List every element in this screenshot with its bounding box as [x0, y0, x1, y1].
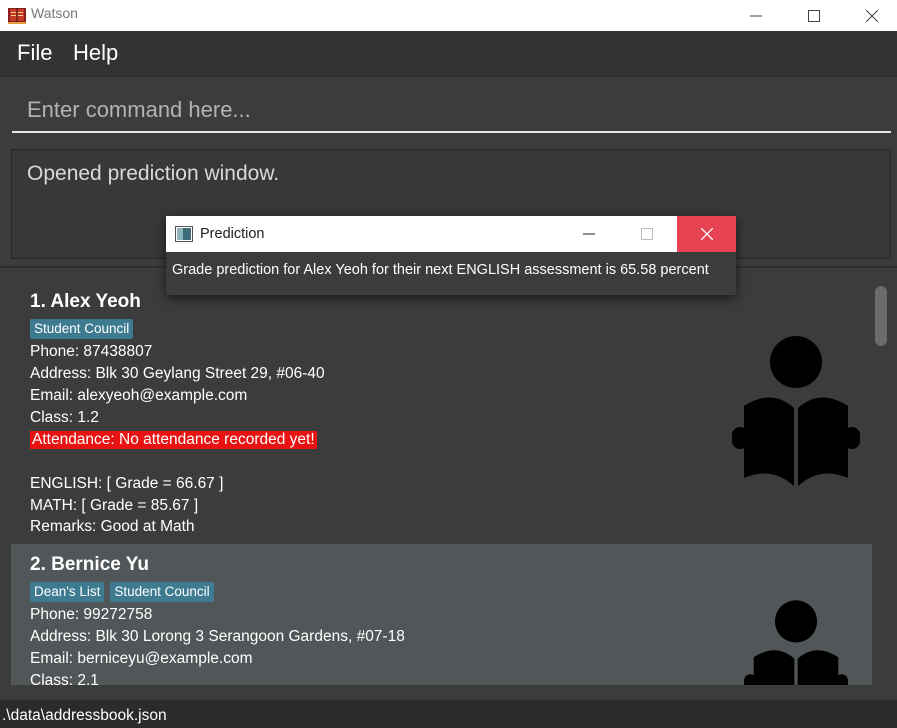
- tag: Student Council: [110, 582, 214, 602]
- maximize-icon: [808, 9, 820, 22]
- prediction-message: Grade prediction for Alex Yeoh for their…: [172, 262, 709, 278]
- popup-close-button[interactable]: [677, 216, 736, 252]
- tag-list: Student Council: [30, 319, 134, 339]
- reader-icon: [744, 600, 848, 685]
- menu-file[interactable]: File: [17, 40, 52, 66]
- watson-app: Watson File Help Opened prediction windo…: [0, 0, 897, 728]
- tag: Dean's List: [30, 582, 105, 602]
- menu-bar: File Help: [0, 31, 897, 77]
- close-button[interactable]: [843, 0, 897, 31]
- prediction-window: Prediction Grade prediction for Alex Yeo…: [166, 216, 736, 295]
- maximize-button[interactable]: [785, 0, 843, 31]
- person-name: 1. Alex Yeoh: [30, 291, 141, 312]
- attendance-alert: Attendance: No attendance recorded yet!: [30, 431, 317, 449]
- close-icon: [700, 228, 713, 240]
- minimize-icon: [750, 15, 762, 16]
- minimize-button[interactable]: [727, 0, 785, 31]
- person-phone: Phone: 87438807: [30, 343, 153, 360]
- menu-help[interactable]: Help: [73, 40, 118, 66]
- person-phone: Phone: 99272758: [30, 606, 153, 623]
- window-titlebar: Watson: [0, 0, 897, 31]
- book-icon: [8, 8, 26, 24]
- result-text: Opened prediction window.: [27, 162, 280, 185]
- file-path: .\data\addressbook.json: [2, 707, 167, 724]
- scrollbar-thumb[interactable]: [875, 286, 887, 346]
- minimize-icon: [583, 233, 595, 235]
- tag: Student Council: [30, 319, 134, 339]
- window-icon: [175, 226, 193, 242]
- person-class: Class: 1.2: [30, 409, 99, 426]
- popup-minimize-button[interactable]: [560, 216, 618, 252]
- reader-icon: [732, 336, 860, 486]
- person-remarks: Remarks: Good at Math: [30, 518, 195, 535]
- popup-titlebar: Prediction: [166, 216, 736, 252]
- person-name: 2. Bernice Yu: [30, 554, 149, 575]
- person-list[interactable]: 1. Alex Yeoh Student Council Phone: 8743…: [11, 281, 872, 685]
- grade-english: ENGLISH: [ Grade = 66.67 ]: [30, 475, 224, 492]
- person-email: Email: berniceyu@example.com: [30, 650, 253, 667]
- close-icon: [866, 9, 878, 22]
- popup-title: Prediction: [200, 226, 265, 242]
- command-input[interactable]: [12, 88, 891, 133]
- command-box: [0, 78, 897, 142]
- person-address: Address: Blk 30 Geylang Street 29, #06-4…: [30, 365, 325, 382]
- maximize-icon: [641, 228, 653, 240]
- window-title: Watson: [31, 5, 78, 21]
- person-card-selected[interactable]: 2. Bernice Yu Dean's List Student Counci…: [11, 544, 872, 685]
- person-class: Class: 2.1: [30, 672, 99, 685]
- tag-list: Dean's List Student Council: [30, 582, 214, 602]
- person-email: Email: alexyeoh@example.com: [30, 387, 248, 404]
- person-address: Address: Blk 30 Lorong 3 Serangoon Garde…: [30, 628, 405, 645]
- status-bar: .\data\addressbook.json: [0, 700, 897, 728]
- grade-math: MATH: [ Grade = 85.67 ]: [30, 497, 199, 514]
- popup-maximize-button: [618, 216, 676, 252]
- person-card[interactable]: 1. Alex Yeoh Student Council Phone: 8743…: [11, 281, 872, 544]
